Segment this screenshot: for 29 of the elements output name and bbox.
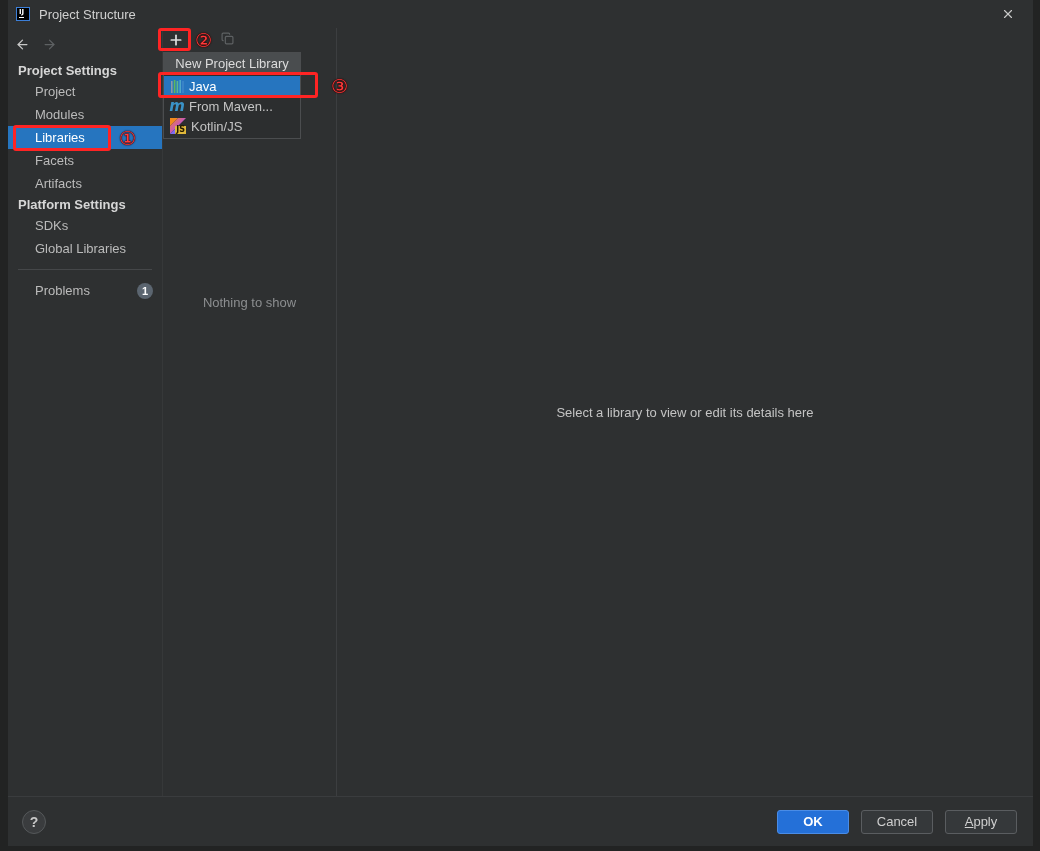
dialog-button[interactable]: Apply: [945, 809, 1017, 834]
bars-icon: [170, 79, 184, 93]
triangle-js-icon: JS: [170, 118, 186, 134]
sidebar-item[interactable]: Problems 1: [8, 279, 162, 302]
sidebar-item[interactable]: Project: [8, 80, 162, 103]
dialog-button[interactable]: OK: [777, 809, 849, 834]
step-number: ③: [331, 76, 349, 96]
plus-icon[interactable]: [168, 32, 184, 48]
help-button[interactable]: ?: [22, 809, 46, 834]
sidebar-item[interactable]: Modules: [8, 103, 162, 126]
window-title: Project Structure: [39, 6, 136, 22]
section-heading: Platform Settings: [17, 196, 127, 214]
step-number: ②: [195, 30, 213, 50]
step-number: ①: [119, 128, 137, 147]
sidebar-item[interactable]: Global Libraries: [8, 237, 162, 260]
count-badge: 1: [137, 282, 153, 299]
menu-title: New Project Library: [164, 53, 300, 74]
letter-m-icon: m: [170, 99, 184, 113]
sidebar-item[interactable]: Facets: [8, 149, 162, 172]
menu-item[interactable]: m From Maven...: [164, 96, 300, 116]
sidebar-item[interactable]: Artifacts: [8, 172, 162, 195]
section-heading: Project Settings: [17, 62, 118, 80]
dialog-button[interactable]: Cancel: [861, 809, 933, 834]
empty-state-text: Select a library to view or edit its details here: [556, 404, 814, 420]
close-icon[interactable]: [1001, 7, 1015, 21]
menu-item[interactable]: JS Kotlin/JS: [164, 116, 300, 136]
menu-item[interactable]: Java: [164, 76, 300, 96]
sidebar-item[interactable]: SDKs: [8, 214, 162, 237]
empty-state-text: Nothing to show: [202, 295, 297, 310]
